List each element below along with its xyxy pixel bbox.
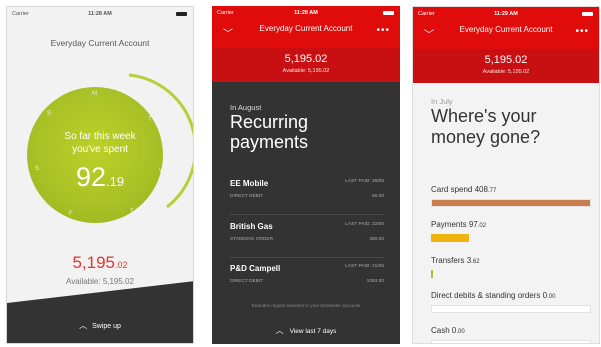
everyday-account-screen: Carrier 11:28 AM Everyday Current Accoun… [6,6,194,344]
header-title: Everyday Current Account [259,24,353,33]
category-bar-track [431,234,591,242]
chevron-down-icon[interactable]: ﹀ [424,26,434,41]
category-payments[interactable]: Payments 97.02 [431,220,591,242]
dark-footer-wedge [7,281,193,343]
account-balance: 5,195.02 [72,253,128,272]
period-label: In August [230,103,262,112]
payment-row[interactable]: British Gas STANDING ORDER LAST PAID: 22… [230,222,384,258]
status-bar: Carrier 11:28 AM [212,6,400,20]
swipe-up-button[interactable]: ︿ Swipe up [7,320,193,331]
status-bar: Carrier 11:29 AM [413,7,599,21]
category-bar-track [431,270,591,278]
header-available: Available: 5,195.02 [482,69,530,75]
day-label-tue: T [148,117,152,123]
category-bar-fill [431,270,433,278]
chevron-up-icon: ︿ [79,321,88,330]
category-transfers[interactable]: Transfers 3.62 [431,256,591,278]
header-available: Available: 5,195.02 [282,68,330,74]
header-balance: 5,195.02 [484,54,528,66]
category-card-spend[interactable]: Card spend 408.77 [431,185,591,207]
battery-icon [582,12,593,16]
category-direct-debits[interactable]: Direct debits & standing orders 0.00 [431,291,591,313]
account-header: Carrier 11:29 AM ﹀ Everyday Current Acco… [413,7,599,83]
chevron-up-icon: ︿ [275,326,284,335]
account-header: Carrier 11:28 AM ﹀ Everyday Current Acco… [212,6,400,82]
recurring-payments-screen: Carrier 11:28 AM ﹀ Everyday Current Acco… [212,6,400,344]
category-cash[interactable]: Cash 0.00 [431,326,591,343]
category-bar-track [431,305,591,313]
category-bar-fill [432,200,590,206]
day-label-sun: S [47,111,52,117]
header-balance: 5,195.02 [284,53,328,65]
period-label: In July [431,97,453,106]
day-label-fri: F [69,211,73,217]
day-label-mon: M [92,91,97,97]
category-bar-track [431,340,591,343]
category-bar-track [431,199,591,207]
payment-row[interactable]: P&D Campell DIRECT DEBIT LAST PAID: 21/0… [230,264,384,300]
page-title: Recurring payments [230,112,309,152]
exclusions-note: Excludes regular transfers to your Santa… [251,303,361,308]
spent-caption: So far this week you've spent [64,131,136,155]
money-breakdown-screen: Carrier 11:29 AM ﹀ Everyday Current Acco… [412,6,600,344]
payment-row[interactable]: EE Mobile DIRECT DEBIT LAST PAID: 28/05 … [230,179,384,215]
day-label-thu: T [130,209,134,215]
more-options-icon[interactable]: ••• [575,26,589,37]
weekly-spent-amount: 92.19 [75,162,125,192]
battery-icon [383,11,394,15]
page-title: Where's your money gone? [431,106,541,147]
header-title: Everyday Current Account [459,25,553,34]
more-options-icon[interactable]: ••• [376,25,390,36]
chevron-down-icon[interactable]: ﹀ [223,25,233,40]
view-last-7-days-button[interactable]: ︿ View last 7 days [212,325,400,336]
category-bar-fill [431,234,470,242]
